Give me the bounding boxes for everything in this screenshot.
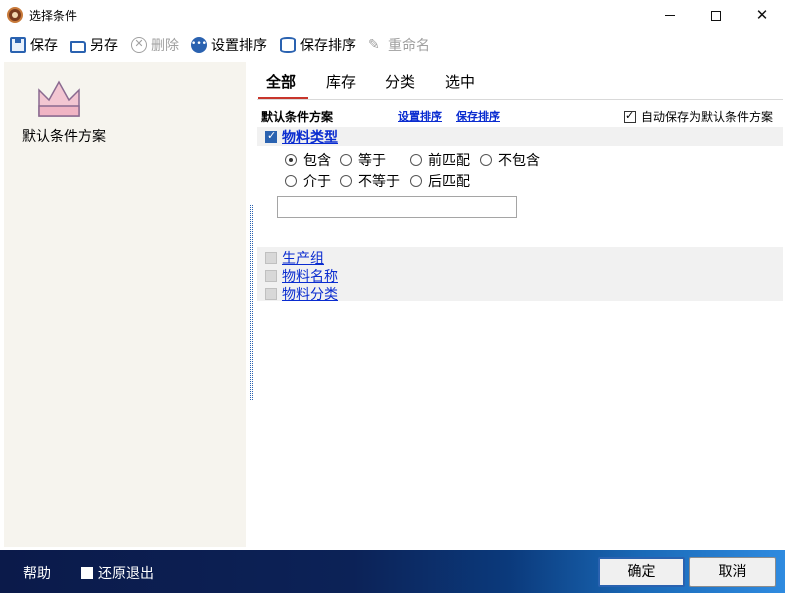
- tab-stock[interactable]: 库存: [326, 71, 356, 92]
- save-icon: [10, 37, 26, 53]
- tab-divider: [257, 99, 783, 100]
- app-icon: [7, 7, 23, 23]
- window-title: 选择条件: [29, 9, 78, 23]
- help-link[interactable]: 帮助: [23, 563, 51, 583]
- title-bar: 选择条件 ✕: [0, 0, 785, 31]
- sort-icon: •••: [191, 37, 207, 53]
- autosave-checkbox[interactable]: [624, 109, 636, 123]
- save-as-button[interactable]: 另存: [70, 35, 118, 55]
- minimize-button[interactable]: [647, 0, 693, 31]
- folder-icon: [70, 40, 86, 53]
- condition-material-name[interactable]: 物料名称: [265, 266, 338, 286]
- condition-checkbox[interactable]: [265, 252, 277, 264]
- radio-contains[interactable]: 包含: [285, 150, 331, 170]
- radio-not-contains[interactable]: 不包含: [480, 150, 540, 170]
- condition-link[interactable]: 生产组: [282, 248, 324, 268]
- restore-exit-checkbox[interactable]: [81, 567, 93, 579]
- tab-selected[interactable]: 选中: [445, 71, 475, 92]
- condition-link[interactable]: 物料名称: [282, 266, 338, 286]
- scheme-name: 默认条件方案: [261, 110, 334, 124]
- condition-production-group[interactable]: 生产组: [265, 248, 324, 268]
- ok-button[interactable]: 确定: [598, 557, 685, 587]
- set-sort-button[interactable]: ••• 设置排序: [191, 35, 267, 55]
- condition-material-category[interactable]: 物料分类: [265, 284, 338, 304]
- radio-between[interactable]: 介于: [285, 171, 331, 191]
- scheme-list-panel: 默认条件方案: [4, 62, 246, 547]
- close-button[interactable]: ✕: [739, 0, 785, 31]
- save-sort-link[interactable]: 保存排序: [456, 108, 500, 124]
- pencil-icon: ✎: [368, 37, 380, 53]
- condition-checkbox[interactable]: [265, 129, 277, 143]
- condition-link[interactable]: 物料分类: [282, 284, 338, 304]
- save-button[interactable]: 保存: [10, 35, 58, 55]
- scheme-item-label[interactable]: 默认条件方案: [16, 127, 112, 147]
- condition-value-input[interactable]: [277, 196, 517, 218]
- rename-button[interactable]: ✎ 重命名: [368, 35, 430, 55]
- panel-splitter[interactable]: [250, 205, 253, 400]
- condition-title-link[interactable]: 物料类型: [282, 127, 338, 147]
- restore-exit-option[interactable]: 还原退出: [81, 563, 154, 583]
- set-sort-link[interactable]: 设置排序: [398, 108, 442, 124]
- radio-not-equals[interactable]: 不等于: [340, 171, 400, 191]
- delete-icon: ✕: [131, 37, 147, 53]
- radio-suffix-match[interactable]: 后匹配: [410, 171, 470, 191]
- minimize-icon: [665, 15, 675, 16]
- radio-prefix-match[interactable]: 前匹配: [410, 150, 470, 170]
- cancel-button[interactable]: 取消: [689, 557, 776, 587]
- autosave-option[interactable]: 自动保存为默认条件方案: [624, 108, 773, 125]
- condition-checkbox[interactable]: [265, 288, 277, 300]
- tab-bar: 全部 库存 分类 选中: [257, 63, 783, 99]
- crown-icon[interactable]: [37, 76, 81, 120]
- close-icon: ✕: [755, 6, 769, 24]
- tab-category[interactable]: 分类: [385, 71, 415, 92]
- maximize-icon: [711, 10, 721, 21]
- tab-all[interactable]: 全部: [266, 71, 296, 92]
- delete-button[interactable]: ✕ 删除: [131, 35, 179, 55]
- toolbar: 保存 另存 ✕ 删除 ••• 设置排序 保存排序 ✎ 重命名: [0, 31, 785, 59]
- save-sort-button[interactable]: 保存排序: [280, 35, 356, 55]
- bottom-bar: 帮助 还原退出 确定 取消: [0, 550, 785, 593]
- condition-material-type[interactable]: 物料类型: [265, 127, 338, 147]
- database-icon: [280, 37, 296, 53]
- condition-checkbox[interactable]: [265, 270, 277, 282]
- maximize-button[interactable]: [693, 0, 739, 31]
- radio-equals[interactable]: 等于: [340, 150, 386, 170]
